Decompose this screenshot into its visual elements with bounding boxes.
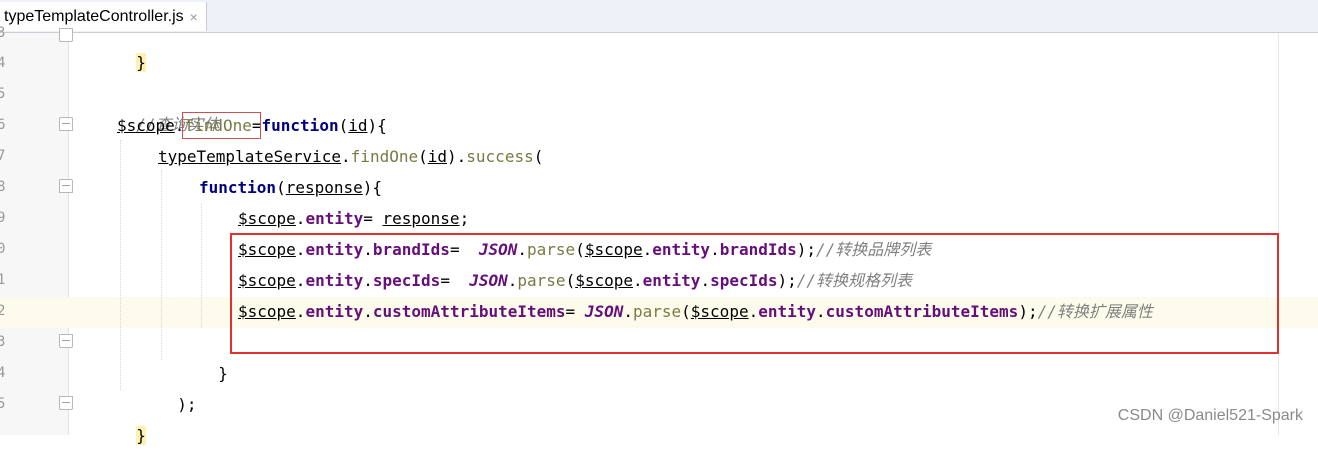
file-tab-label: typeTemplateController.js bbox=[4, 8, 184, 26]
line-number: 0 bbox=[0, 234, 10, 265]
line-number: 4 bbox=[0, 48, 10, 79]
closing-brace: } bbox=[218, 364, 228, 383]
code-token-punct: = bbox=[363, 209, 382, 228]
indent-guide bbox=[120, 140, 122, 390]
code-token-punct: ){ bbox=[363, 178, 382, 197]
code-token-property: entity bbox=[305, 209, 363, 228]
fold-collapse-icon[interactable] bbox=[59, 117, 73, 131]
findone-annotation-box bbox=[182, 112, 261, 139]
line-number: 5 bbox=[0, 79, 10, 110]
fold-end-icon[interactable] bbox=[59, 334, 73, 348]
fold-end-icon[interactable] bbox=[59, 396, 73, 410]
closing-paren: ); bbox=[177, 395, 196, 414]
code-line: ); bbox=[158, 358, 197, 420]
close-icon[interactable]: × bbox=[190, 9, 198, 25]
code-token-keyword: function bbox=[199, 178, 276, 197]
line-number: 1 bbox=[0, 265, 10, 296]
code-token-punct: ){ bbox=[367, 116, 386, 135]
code-token-punct: ; bbox=[460, 209, 470, 228]
code-token-variable: $scope bbox=[238, 209, 296, 228]
code-token-method: success bbox=[466, 147, 533, 166]
code-line: } bbox=[117, 389, 146, 451]
code-token-param: response bbox=[286, 178, 363, 197]
code-token-punct: ( bbox=[534, 147, 544, 166]
indent-guide bbox=[161, 170, 163, 360]
line-number-gutter bbox=[0, 33, 69, 435]
watermark: CSDN @Daniel521-Spark bbox=[1118, 407, 1303, 425]
fold-end-icon[interactable] bbox=[59, 28, 73, 42]
closing-brace: } bbox=[136, 426, 146, 445]
code-token-keyword: function bbox=[262, 116, 339, 135]
code-token-punct: . bbox=[341, 147, 351, 166]
highlight-annotation-box bbox=[230, 233, 1279, 354]
code-token-punct: ( bbox=[418, 147, 428, 166]
code-token-punct: . bbox=[296, 209, 306, 228]
code-token-variable: response bbox=[383, 209, 460, 228]
closing-brace: } bbox=[136, 53, 146, 72]
line-number: 2 bbox=[0, 296, 10, 327]
line-number: 8 bbox=[0, 172, 10, 203]
code-line: } bbox=[199, 327, 228, 389]
line-number: 4 bbox=[0, 358, 10, 389]
line-number: 3 bbox=[0, 327, 10, 358]
file-tab[interactable]: typeTemplateController.js × bbox=[0, 2, 207, 31]
line-number: 9 bbox=[0, 203, 10, 234]
code-line: typeTemplateService.findOne(id).success( bbox=[158, 141, 543, 172]
code-token-punct: ( bbox=[339, 116, 349, 135]
line-number: 3 bbox=[0, 18, 10, 49]
line-number: 7 bbox=[0, 141, 10, 172]
code-token-method: findOne bbox=[351, 147, 418, 166]
code-token-variable: typeTemplateService bbox=[158, 147, 341, 166]
line-number: 5 bbox=[0, 389, 10, 420]
code-line: function(response){ bbox=[199, 172, 382, 203]
editor-tab-bar: typeTemplateController.js × bbox=[0, 0, 1318, 33]
code-token-variable: $scope bbox=[117, 116, 175, 135]
fold-collapse-icon[interactable] bbox=[59, 179, 73, 193]
code-line: } bbox=[117, 16, 146, 78]
code-token-param: id bbox=[348, 116, 367, 135]
code-token-param: id bbox=[428, 147, 447, 166]
code-token-punct: ). bbox=[447, 147, 466, 166]
code-token-punct: ( bbox=[276, 178, 286, 197]
line-number: 6 bbox=[0, 110, 10, 141]
indent-guide bbox=[201, 203, 203, 328]
code-line: $scope.entity= response; bbox=[238, 203, 469, 234]
